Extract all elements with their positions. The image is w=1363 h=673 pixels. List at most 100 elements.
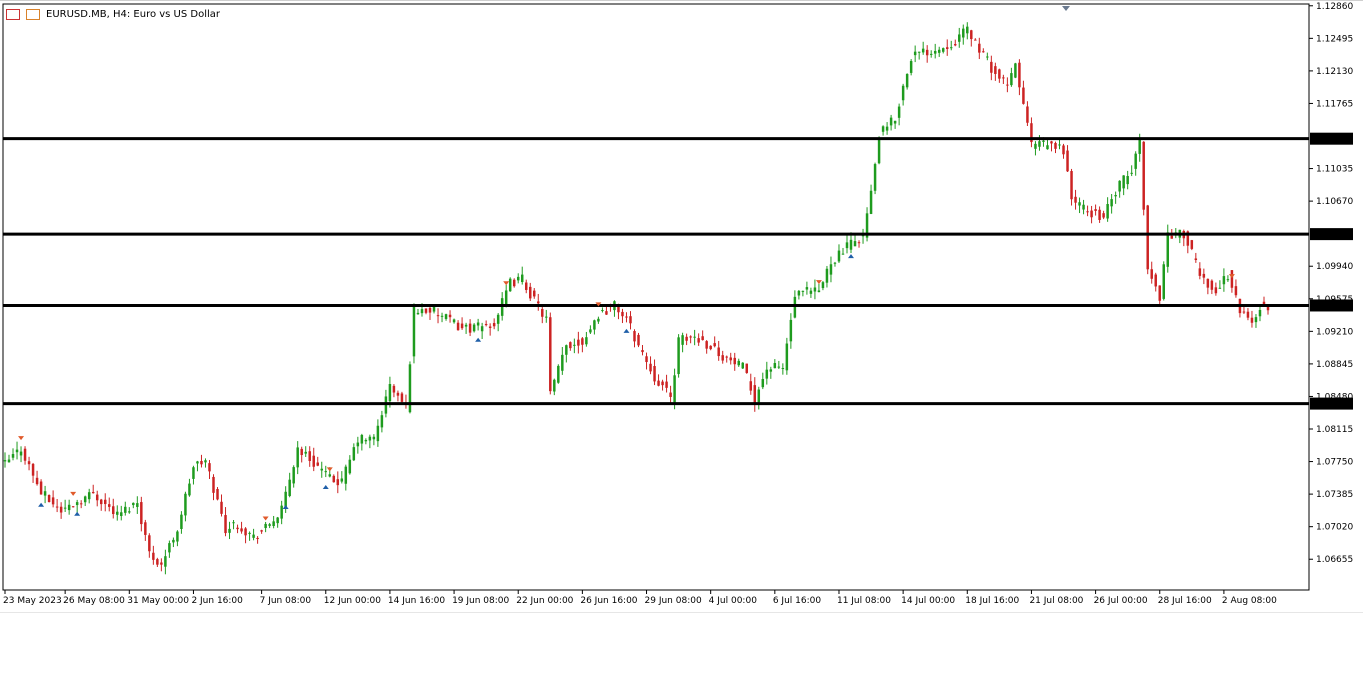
candle-body <box>1094 209 1097 211</box>
candle-body <box>19 451 23 456</box>
sell-arrow-icon <box>262 516 269 521</box>
candle-body <box>164 556 167 567</box>
candle-body <box>621 311 624 317</box>
time-label: 18 Jul 16:00 <box>965 596 1019 606</box>
candle-body <box>1034 143 1037 149</box>
candle-body <box>541 309 544 317</box>
time-label: 2 Aug 08:00 <box>1222 596 1277 606</box>
candle-body <box>244 528 247 536</box>
candle-body <box>348 459 352 474</box>
candle-body <box>797 290 801 296</box>
price-label: 1.08115 <box>1316 425 1353 435</box>
candle-body <box>180 514 183 529</box>
candle-body <box>549 317 552 392</box>
candle-body <box>553 379 556 392</box>
candle-body <box>853 241 857 247</box>
price-label: 1.08845 <box>1316 360 1353 370</box>
candle-body <box>1218 287 1222 289</box>
candle-body <box>144 522 147 535</box>
candle-body <box>673 375 676 403</box>
candle-body <box>51 497 55 505</box>
candle-body <box>256 537 259 540</box>
candle-body <box>460 323 464 329</box>
candle-body <box>248 532 251 534</box>
time-label: 21 Jul 08:00 <box>1029 596 1083 606</box>
candle-body <box>1206 278 1210 288</box>
candle-body <box>741 362 744 369</box>
candle-body <box>1242 311 1246 313</box>
candle-body <box>224 515 227 534</box>
candle-body <box>500 298 504 316</box>
time-label: 6 Jul 16:00 <box>773 596 822 606</box>
candle-body <box>1114 195 1117 197</box>
chart-window-icon <box>6 9 20 20</box>
candle-body <box>665 381 668 388</box>
candle-body <box>368 436 372 441</box>
candle-body <box>332 475 336 483</box>
candle-body <box>160 562 163 565</box>
candle-body <box>103 499 107 505</box>
candle-body <box>236 527 239 530</box>
price-label: 1.07385 <box>1316 490 1353 500</box>
candle-body <box>168 543 171 553</box>
candle-body <box>1234 286 1238 296</box>
candle-body <box>909 61 913 73</box>
candle-body <box>1170 235 1174 239</box>
candle-body <box>1122 175 1125 189</box>
candle-body <box>677 337 680 375</box>
candle-body <box>974 39 977 41</box>
candle-body <box>577 339 580 346</box>
candle-body <box>148 535 151 552</box>
candle-body <box>140 502 143 525</box>
time-label: 22 Jun 00:00 <box>516 596 573 606</box>
candle-body <box>753 385 757 405</box>
candle-body <box>837 250 841 262</box>
candle-body <box>412 306 416 357</box>
candle-body <box>986 56 989 58</box>
candle-body <box>781 367 785 369</box>
candle-body <box>1006 84 1009 86</box>
candle-body <box>1086 211 1089 213</box>
candle-body <box>1066 150 1069 172</box>
buy-arrow-icon <box>74 511 81 516</box>
candle-body <box>729 357 732 361</box>
candle-body <box>268 524 271 526</box>
time-label: 26 May 08:00 <box>63 596 125 606</box>
candle-body <box>833 262 837 264</box>
level-price-label: 1.11370 <box>1313 135 1350 145</box>
candle-body <box>605 311 608 315</box>
candle-body <box>982 51 985 53</box>
candle-body <box>452 319 456 323</box>
candle-body <box>152 552 155 560</box>
candle-body <box>529 286 532 299</box>
candle-body <box>869 190 873 214</box>
candle-body <box>1074 196 1077 203</box>
candle-body <box>520 274 524 283</box>
candle-body <box>769 369 773 372</box>
candle-body <box>966 26 969 34</box>
candle-body <box>1110 199 1113 207</box>
candle-body <box>637 334 640 346</box>
candle-body <box>476 322 480 326</box>
time-label: 7 Jun 08:00 <box>260 596 312 606</box>
time-label: 11 Jul 08:00 <box>837 596 891 606</box>
candle-body <box>176 531 179 542</box>
candle-body <box>120 512 123 517</box>
candle-body <box>456 322 460 331</box>
candle-body <box>777 366 781 368</box>
candle-body <box>388 384 392 402</box>
candle-body <box>857 242 861 244</box>
candle-body <box>396 392 400 396</box>
candle-body <box>1190 240 1194 249</box>
price-chart[interactable]: 1.12860 1.12495 1.12130 1.11765 1.11035 1.106… <box>0 0 1363 612</box>
candle-body <box>737 360 740 366</box>
candle-body <box>709 345 712 350</box>
candle-body <box>701 336 704 341</box>
candle-body <box>208 463 211 472</box>
candle-body <box>116 511 119 515</box>
candle-body <box>1210 280 1214 290</box>
candle-body <box>809 290 813 294</box>
candle-body <box>893 120 897 124</box>
candle-body <box>47 494 51 502</box>
candle-body <box>352 447 356 461</box>
